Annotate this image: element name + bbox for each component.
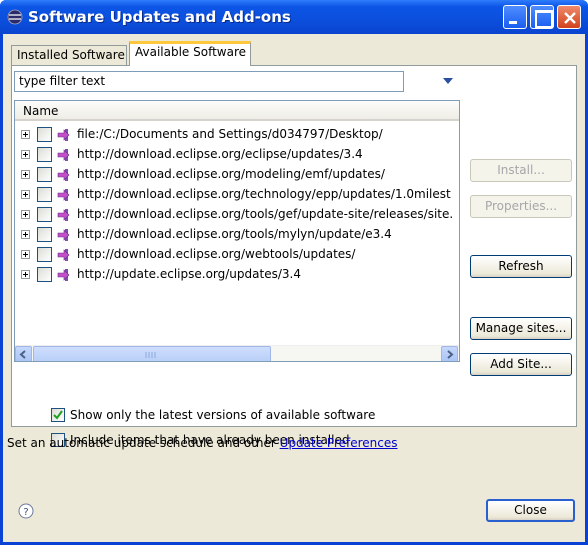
tree-row[interactable]: http://update.eclipse.org/updates/3.4	[15, 265, 459, 285]
preferences-text: Set an automatic update schedule and oth…	[7, 436, 280, 450]
help-icon[interactable]: ?	[18, 503, 34, 519]
add-site-button[interactable]: Add Site...	[470, 353, 572, 376]
update-site-icon	[57, 129, 70, 141]
update-preferences-link[interactable]: Update Preferences	[280, 436, 398, 450]
update-site-icon	[57, 249, 70, 261]
tree-row[interactable]: http://download.eclipse.org/tools/mylyn/…	[15, 225, 459, 245]
tree-row[interactable]: file:/C:/Documents and Settings/d034797/…	[15, 125, 459, 145]
preferences-line: Set an automatic update schedule and oth…	[7, 436, 398, 450]
expand-icon[interactable]	[21, 130, 30, 139]
tree-row[interactable]: http://download.eclipse.org/technology/e…	[15, 185, 459, 205]
filter-dropdown-icon[interactable]	[442, 77, 454, 85]
update-site-icon	[57, 269, 70, 281]
tab-installed-software[interactable]: Installed Software	[11, 45, 127, 65]
update-site-icon	[57, 229, 70, 241]
row-checkbox[interactable]	[37, 127, 52, 142]
update-site-icon	[57, 169, 70, 181]
expand-icon[interactable]	[21, 210, 30, 219]
tab-installed-label: Installed Software	[17, 48, 125, 62]
expand-icon[interactable]	[21, 190, 30, 199]
expand-icon[interactable]	[21, 270, 30, 279]
tab-available-software[interactable]: Available Software	[129, 41, 251, 66]
horizontal-scrollbar[interactable]	[15, 345, 459, 361]
row-label: http://download.eclipse.org/tools/mylyn/…	[77, 227, 392, 241]
filter-input[interactable]: type filter text	[14, 71, 404, 92]
tree-row[interactable]: http://download.eclipse.org/webtools/upd…	[15, 245, 459, 265]
refresh-button[interactable]: Refresh	[470, 255, 572, 278]
row-checkbox[interactable]	[37, 227, 52, 242]
grip-icon	[145, 352, 156, 358]
tree-rows: file:/C:/Documents and Settings/d034797/…	[15, 125, 459, 285]
window-title: Software Updates and Add-ons	[28, 8, 291, 26]
install-button[interactable]: Install...	[470, 159, 572, 182]
manage-sites-button[interactable]: Manage sites...	[470, 317, 572, 340]
row-label: http://download.eclipse.org/tools/gef/up…	[77, 207, 454, 221]
chevron-right-icon	[447, 350, 454, 359]
row-label: http://update.eclipse.org/updates/3.4	[77, 267, 301, 281]
tab-available-label: Available Software	[135, 45, 247, 59]
close-icon	[564, 12, 576, 24]
row-label: http://download.eclipse.org/modeling/emf…	[77, 167, 385, 181]
row-checkbox[interactable]	[37, 167, 52, 182]
site-tree[interactable]: Name file:/C:/Documents and Settings/d03…	[14, 100, 460, 362]
svg-text:?: ?	[23, 507, 28, 518]
show-latest-label: Show only the latest versions of availab…	[70, 408, 376, 422]
update-site-icon	[57, 209, 70, 221]
title-bar: Software Updates and Add-ons	[0, 0, 588, 34]
row-checkbox[interactable]	[37, 147, 52, 162]
scroll-thumb[interactable]	[33, 346, 271, 361]
chevron-left-icon	[19, 350, 26, 359]
row-label: http://download.eclipse.org/webtools/upd…	[77, 247, 356, 261]
close-window-button[interactable]	[557, 5, 581, 29]
tree-row[interactable]: http://download.eclipse.org/modeling/emf…	[15, 165, 459, 185]
properties-button[interactable]: Properties...	[470, 195, 572, 218]
row-label: file:/C:/Documents and Settings/d034797/…	[77, 127, 383, 141]
column-name-label: Name	[23, 104, 59, 118]
row-checkbox[interactable]	[37, 267, 52, 282]
minimize-button[interactable]	[503, 5, 527, 29]
row-checkbox[interactable]	[37, 207, 52, 222]
tree-row[interactable]: http://download.eclipse.org/eclipse/upda…	[15, 145, 459, 165]
scroll-left-button[interactable]	[15, 346, 32, 361]
available-software-panel: type filter text Name file:/C:/Documents…	[11, 65, 577, 447]
dialog-window: Software Updates and Add-ons Installed S…	[0, 0, 588, 545]
scroll-right-button[interactable]	[441, 346, 458, 361]
expand-icon[interactable]	[21, 150, 30, 159]
row-label: http://download.eclipse.org/eclipse/upda…	[77, 147, 363, 161]
row-label: http://download.eclipse.org/technology/e…	[77, 187, 451, 201]
tree-row[interactable]: http://download.eclipse.org/tools/gef/up…	[15, 205, 459, 225]
row-checkbox[interactable]	[37, 187, 52, 202]
tree-column-header[interactable]: Name	[15, 101, 459, 121]
expand-icon[interactable]	[21, 170, 30, 179]
close-button[interactable]: Close	[486, 499, 575, 522]
show-latest-checkbox[interactable]	[51, 408, 65, 422]
eclipse-icon	[7, 9, 23, 25]
dialog-client-area: Installed Software Available Software ty…	[3, 34, 585, 542]
checkmark-icon	[53, 410, 63, 420]
expand-icon[interactable]	[21, 230, 30, 239]
expand-icon[interactable]	[21, 250, 30, 259]
update-site-icon	[57, 149, 70, 161]
update-site-icon	[57, 189, 70, 201]
maximize-button[interactable]	[530, 5, 554, 29]
row-checkbox[interactable]	[37, 247, 52, 262]
